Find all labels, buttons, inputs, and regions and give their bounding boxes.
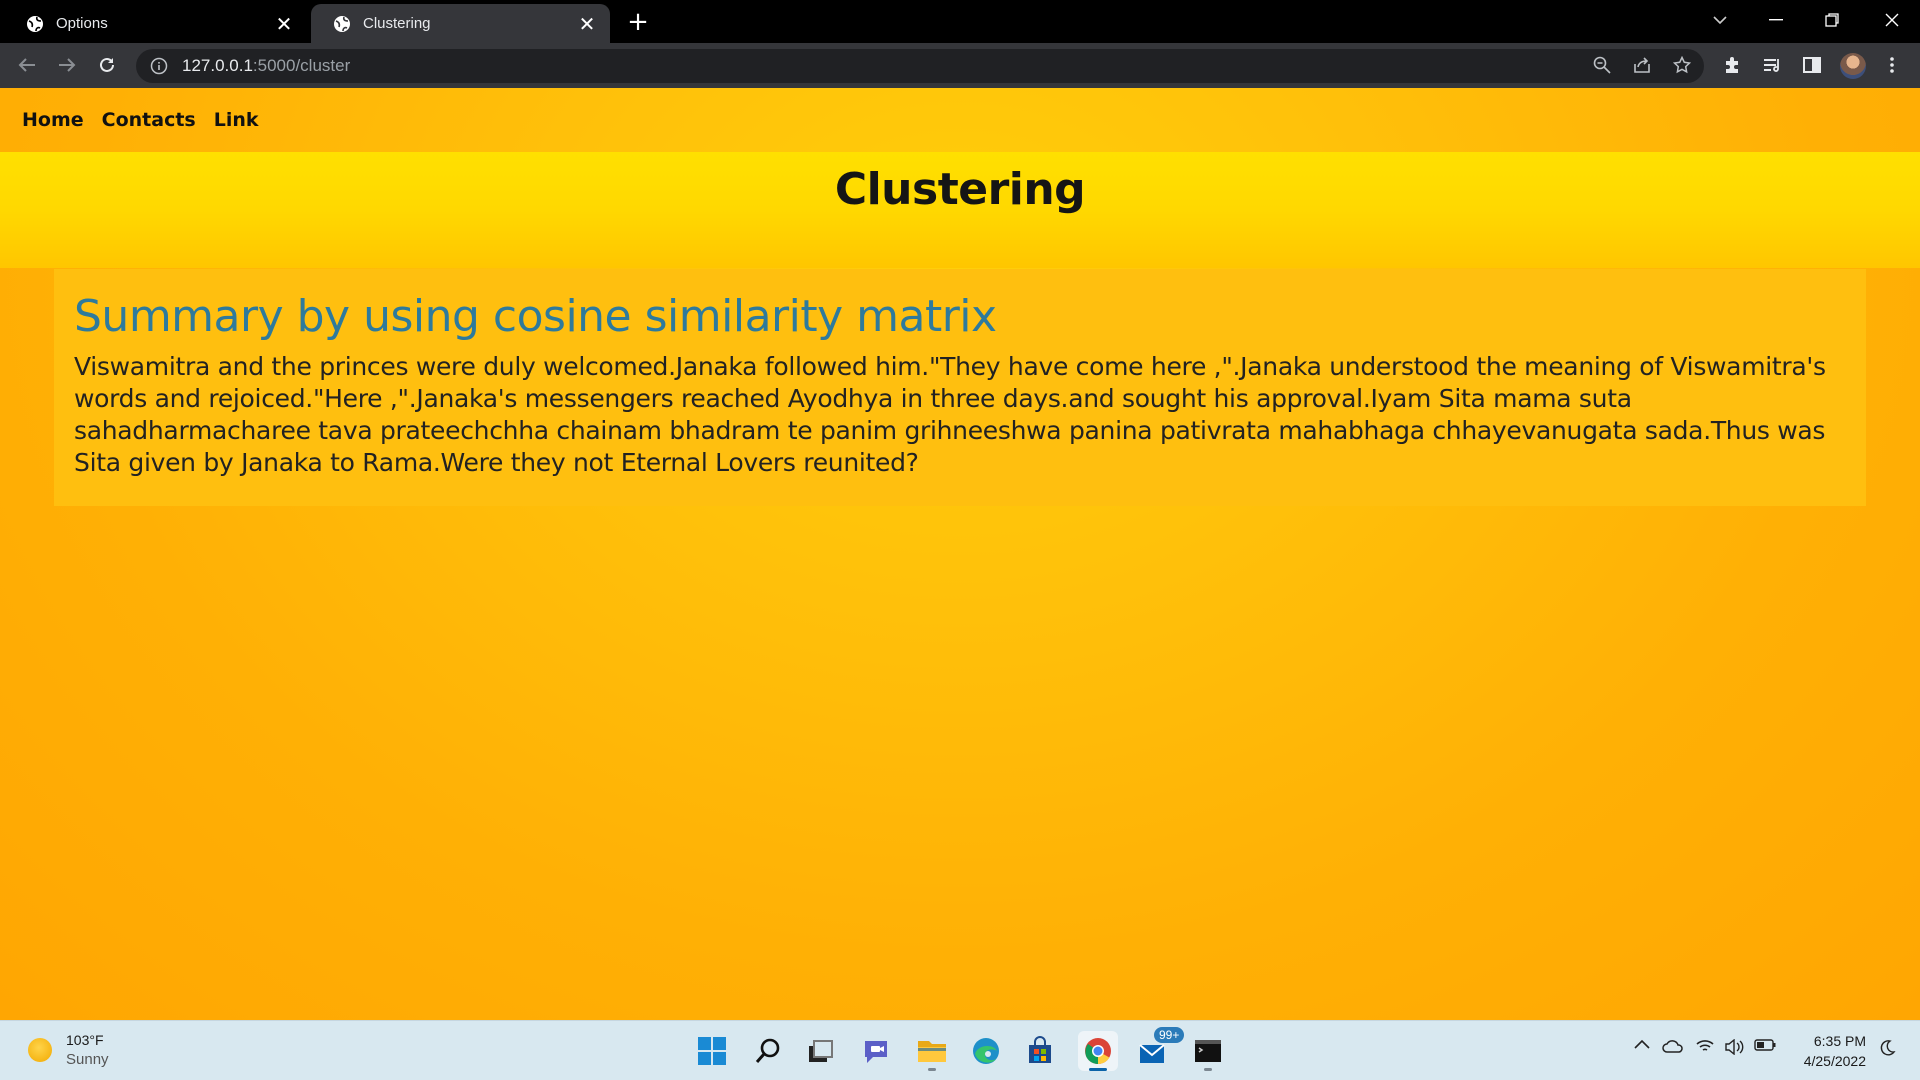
restore-icon[interactable] [1804,0,1860,40]
tab-title: Clustering [363,15,431,32]
chat-icon [865,1041,887,1063]
start-button[interactable] [692,1031,732,1071]
volume-icon[interactable] [1724,1039,1744,1055]
clock-date: 4/25/2022 [1803,1053,1866,1069]
clock-time: 6:35 PM [1813,1033,1866,1049]
address-bar[interactable]: 127.0.0.1:5000/cluster [136,49,1704,83]
chrome-button[interactable] [1078,1031,1118,1071]
reading-list-icon[interactable] [1758,51,1786,79]
back-icon[interactable] [13,51,41,79]
weather-condition: Sunny [66,1051,109,1068]
globe-icon [334,15,350,32]
tab-search-icon[interactable] [1692,0,1748,40]
side-panel-icon[interactable] [1798,51,1826,79]
weather-widget[interactable]: 103°F Sunny [28,1031,109,1069]
teams-chat-button[interactable] [856,1031,896,1071]
extensions-puzzle-icon[interactable] [1718,51,1746,79]
url-text: 127.0.0.1:5000/cluster [182,56,351,75]
browser-toolbar: 127.0.0.1:5000/cluster [0,43,1920,88]
task-view-button[interactable] [800,1031,840,1071]
search-button[interactable] [748,1031,788,1071]
nav-contacts-link[interactable]: Contacts [102,109,196,131]
close-tab-icon[interactable]: ✕ [275,12,293,36]
tab-title: Options [56,15,108,32]
file-explorer-button[interactable] [912,1031,952,1071]
zoom-icon[interactable] [1588,51,1616,79]
site-info-icon[interactable] [150,57,168,75]
menu-kebab-icon[interactable] [1878,51,1906,79]
reload-icon[interactable] [93,51,121,79]
wifi-icon[interactable] [1696,1039,1714,1053]
mail-badge: 99+ [1154,1027,1185,1043]
tab-options[interactable]: Options ✕ [4,4,307,43]
summary-title: Summary by using cosine similarity matri… [74,291,997,342]
terminal-button[interactable] [1188,1031,1228,1071]
page-title: Clustering [834,164,1086,215]
profile-avatar[interactable] [1840,53,1866,79]
share-icon[interactable] [1628,51,1656,79]
close-tab-icon[interactable]: ✕ [578,12,596,36]
mail-button[interactable]: 99+ [1132,1027,1185,1071]
terminal-icon [1195,1040,1221,1062]
summary-text: Viswamitra and the princes were duly wel… [74,352,1826,477]
battery-icon[interactable] [1754,1039,1776,1051]
chrome-icon [1085,1038,1111,1065]
windows-logo-icon [698,1037,726,1065]
site-navbar: Home Contacts Link [0,88,1920,152]
task-view-icon [809,1040,833,1062]
focus-assist-moon-icon[interactable] [1878,1039,1896,1057]
web-page: Home Contacts Link Clustering Summary by… [0,88,1920,1020]
page-banner: Clustering [0,152,1920,268]
show-hidden-icons-icon[interactable] [1634,1039,1650,1049]
summary-card: Summary by using cosine similarity matri… [54,269,1866,506]
tab-strip: Options ✕ Clustering ✕ + [0,0,1920,43]
sun-icon [28,1038,52,1062]
weather-temperature: 103°F [66,1032,104,1048]
search-icon [755,1038,780,1063]
folder-icon [918,1041,946,1062]
close-window-icon[interactable] [1864,0,1920,40]
onedrive-cloud-icon[interactable] [1662,1039,1684,1053]
store-button[interactable] [1020,1031,1060,1071]
globe-icon [27,15,43,32]
edge-button[interactable] [966,1031,1006,1071]
store-icon [1029,1036,1051,1063]
tab-clustering[interactable]: Clustering ✕ [311,4,610,43]
system-clock[interactable]: 6:35 PM 4/25/2022 [1790,1031,1866,1071]
new-tab-button[interactable]: + [624,8,652,36]
windows-taskbar: 103°F Sunny 99+ 6:35 PM 4/25/2022 [0,1020,1920,1080]
nav-home-link[interactable]: Home [22,109,84,131]
edge-icon [973,1038,999,1064]
nav-link-link[interactable]: Link [214,109,259,131]
minimize-icon[interactable] [1748,0,1804,40]
bookmark-star-icon[interactable] [1668,51,1696,79]
forward-icon[interactable] [53,51,81,79]
